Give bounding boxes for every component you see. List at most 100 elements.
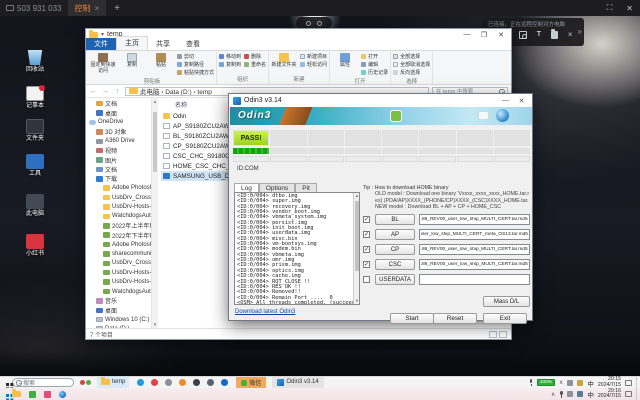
paste-button[interactable]: 粘贴 (148, 53, 174, 69)
select-all-button[interactable]: 全部选择 (393, 53, 430, 60)
scroll-down-icon[interactable]: ▼ (354, 298, 360, 304)
taskbar-clock[interactable]: 20:15 2024/7/15 (598, 377, 621, 388)
folder-icon[interactable] (551, 31, 559, 39)
cut-button[interactable]: 剪切 (177, 53, 214, 60)
tray-expand-icon[interactable]: ∧ (551, 391, 555, 398)
invert-selection-button[interactable]: 反向选择 (393, 69, 430, 76)
bl-button[interactable]: BL (375, 214, 415, 225)
userdata-file-field[interactable] (419, 274, 530, 285)
nav-item[interactable]: UsbDrv-Hosts-Cdi... (86, 202, 151, 211)
tray-app-icon[interactable] (577, 391, 583, 397)
nav-item[interactable]: 桌面 (86, 108, 151, 117)
show-desktop-button[interactable] (636, 377, 638, 389)
nav-item[interactable]: UsbDrv_Crossfire... (86, 193, 151, 202)
properties-button[interactable]: 属性 (332, 53, 358, 69)
scroll-up-icon[interactable]: ▲ (152, 98, 158, 105)
desktop-icon[interactable]: 此电脑 (12, 194, 58, 218)
desktop-icon[interactable]: 回收站 (12, 50, 58, 74)
odin-close-button[interactable]: ✕ (515, 97, 528, 105)
tray-expand-icon[interactable]: ∧ (559, 379, 563, 386)
nav-item[interactable]: 视频 (86, 146, 151, 155)
large-icons-view-icon[interactable] (499, 331, 507, 338)
cp-file-field[interactable] (419, 244, 530, 255)
desktop-icon[interactable]: 小红书 (12, 234, 58, 258)
nav-item[interactable]: 音乐 (86, 296, 151, 305)
tab-view[interactable]: 查看 (178, 38, 208, 50)
expand-toolbar-icon[interactable]: » (578, 27, 582, 36)
scroll-up-icon[interactable]: ▲ (354, 193, 360, 199)
new-item-button[interactable]: 新建项目 (300, 53, 327, 60)
forward-button[interactable]: → (101, 88, 110, 95)
nav-item[interactable]: UsbDrv-Hosts-Cd... (86, 277, 151, 286)
select-none-button[interactable]: 全部取消选择 (393, 61, 430, 68)
bl-file-field[interactable] (419, 214, 530, 225)
notification-center-icon[interactable] (625, 391, 632, 397)
ap-file-field[interactable] (419, 229, 530, 240)
new-folder-button[interactable]: 新建文件夹 (271, 53, 297, 69)
nav-item[interactable]: OneDrive (86, 118, 151, 127)
copy-button[interactable]: 复制 (119, 53, 145, 69)
maximize-button[interactable]: ❐ (477, 31, 491, 39)
taskbar-search-box[interactable]: 搜索 (12, 378, 74, 387)
nav-item[interactable]: sharecommunity_... (86, 249, 151, 258)
desktop-icon[interactable]: 文件夹 (12, 119, 58, 143)
app-icon[interactable] (207, 379, 214, 386)
nav-item[interactable]: WatchdogsAuto-... (86, 287, 151, 296)
taskbar-explorer-button[interactable]: temp (97, 377, 129, 389)
close-icon[interactable]: × (566, 31, 574, 39)
nav-item[interactable]: 下载 (86, 174, 151, 183)
taskbar-wechat-button[interactable]: 微信 (236, 377, 266, 389)
fullscreen-button[interactable]: ⛶ (600, 3, 620, 13)
nav-item[interactable]: UsbDrv-Hosts-Cd... (86, 268, 151, 277)
copy-path-button[interactable]: 复制路径 (177, 61, 214, 68)
show-desktop-button[interactable] (636, 388, 638, 400)
delete-button[interactable]: 删除 (244, 53, 266, 60)
ime-indicator[interactable]: 中 (587, 389, 594, 399)
easy-access-button[interactable]: 轻松访问 (300, 61, 327, 68)
nav-item[interactable]: 3D 对象 (86, 127, 151, 136)
scroll-down-icon[interactable]: ▼ (152, 321, 158, 328)
log-scrollbar[interactable]: ▲ ▼ (353, 193, 359, 304)
nav-item[interactable]: Adobe Photoshop 2... (86, 184, 151, 193)
userdata-button[interactable]: USERDATA (375, 274, 415, 285)
connection-quality-badge[interactable]: 100% (537, 379, 555, 386)
session-tab[interactable]: 控制 × (68, 0, 107, 16)
phone-link-icon[interactable] (193, 379, 200, 386)
ime-indicator[interactable]: 中 (587, 378, 594, 388)
cp-checkbox[interactable] (363, 246, 370, 253)
ap-checkbox[interactable] (363, 231, 370, 238)
scrollbar-thumb[interactable] (153, 112, 157, 172)
start-button[interactable]: Start (390, 313, 434, 324)
text-icon[interactable]: T (535, 31, 543, 39)
cp-button[interactable]: CP (375, 244, 415, 255)
mass-dl-button[interactable]: Mass D/L (483, 296, 530, 307)
desktop-icon[interactable]: 记事本 (12, 86, 58, 110)
nav-item[interactable]: 文档 (86, 99, 151, 108)
app-icon[interactable] (44, 391, 51, 398)
desktop-icon[interactable]: 工具 (12, 154, 58, 178)
edge-browser-icon[interactable] (59, 391, 66, 398)
app-icon[interactable] (29, 391, 36, 398)
nav-item[interactable]: Adobe Photoshop... (86, 240, 151, 249)
open-button[interactable]: 打开 (361, 53, 388, 60)
mic-icon[interactable] (559, 391, 563, 398)
camera-icon[interactable] (519, 31, 527, 39)
up-button[interactable]: ↑ (113, 88, 122, 95)
details-view-icon[interactable] (489, 331, 497, 338)
browser-icon[interactable] (221, 379, 228, 386)
copy-to-button[interactable]: 复制到 (219, 61, 241, 68)
notification-center-icon[interactable] (625, 380, 632, 386)
history-button[interactable]: 历史记录 (361, 69, 388, 76)
exit-button[interactable]: Exit (483, 313, 527, 324)
weather-widget[interactable] (80, 380, 91, 385)
reset-button[interactable]: Reset (433, 313, 477, 324)
nav-item[interactable]: UsbDrv_Crossfire... (86, 259, 151, 268)
nav-item[interactable]: 桌面 (86, 306, 151, 315)
paste-shortcut-button[interactable]: 粘贴快捷方式 (177, 69, 214, 76)
odin-titlebar[interactable]: Odin3 v3.14 — ✕ (229, 94, 532, 107)
tray-app-icon[interactable] (567, 380, 573, 386)
tab-file[interactable]: 文件 (86, 38, 116, 50)
csc-file-field[interactable] (419, 259, 530, 270)
nav-item[interactable]: WatchdogsAuto-S... (86, 212, 151, 221)
edge-browser-icon[interactable] (137, 379, 144, 386)
